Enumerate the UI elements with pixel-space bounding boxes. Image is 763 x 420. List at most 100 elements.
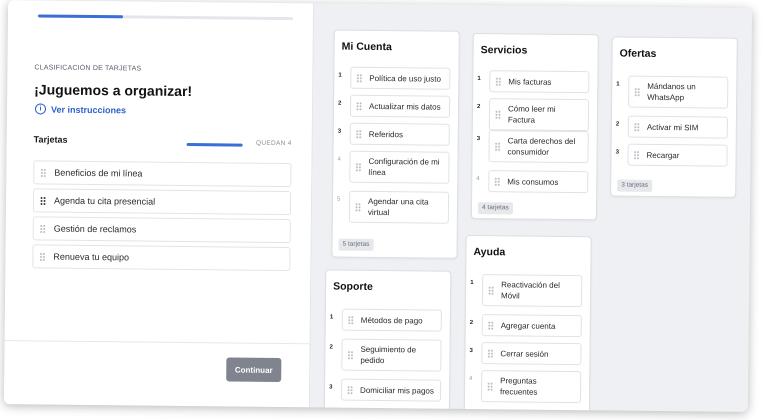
drag-handle-icon[interactable]: [495, 76, 502, 86]
slot-number: 1: [338, 72, 342, 79]
card-item[interactable]: Agenda tu cita presencial: [32, 188, 292, 216]
drag-handle-icon[interactable]: [356, 73, 363, 83]
card-label: Gestión de reclamos: [53, 223, 137, 235]
slot-number: 5: [337, 196, 341, 203]
category-card[interactable]: Referidos: [349, 122, 450, 146]
card-label: Agenda tu cita presencial: [53, 195, 156, 207]
category-slot: 3 Carta derechos del consumidor: [477, 130, 589, 164]
progress-fill: [37, 14, 123, 19]
card-label: Recargar: [646, 150, 680, 160]
category-card[interactable]: Recargar: [627, 143, 728, 167]
page-title: ¡Juguemos a organizar!: [34, 81, 193, 100]
category-slot: 2 Agregar cuenta: [470, 314, 582, 338]
slot-number: 4: [337, 156, 341, 163]
footer-divider: [4, 340, 310, 345]
drag-handle-icon[interactable]: [494, 176, 501, 186]
category-card[interactable]: Cómo leer mi Factura: [488, 98, 590, 132]
category-card[interactable]: Preguntas frecuentes: [480, 370, 582, 404]
category-slot: 2 Activar mi SIM: [616, 115, 728, 139]
category-card[interactable]: Agregar cuenta: [481, 314, 582, 338]
continue-button[interactable]: Continuar: [226, 357, 282, 382]
category-card[interactable]: Cerrar sesión: [481, 342, 582, 366]
category-slot: 2 Actualizar mis datos: [338, 94, 451, 118]
card-list: Beneficios de mi línea Agenda tu cita pr…: [32, 160, 292, 275]
cards-header: Tarjetas QUEDAN 4: [34, 134, 292, 151]
drag-handle-icon[interactable]: [355, 129, 362, 139]
card-label: Referidos: [368, 129, 404, 139]
slot-number: 2: [338, 100, 342, 107]
category-card[interactable]: Actualizar mis datos: [349, 94, 451, 118]
slot-number: 3: [615, 149, 619, 156]
card-item[interactable]: Gestión de reclamos: [32, 216, 291, 244]
card-label: Beneficios de mi línea: [54, 167, 143, 179]
category-card[interactable]: Activar mi SIM: [627, 115, 728, 139]
drag-handle-icon[interactable]: [633, 150, 640, 160]
slot-number: 2: [615, 121, 620, 128]
slot-number: 2: [329, 344, 333, 351]
drag-handle-icon[interactable]: [487, 381, 494, 391]
drag-handle-icon[interactable]: [487, 320, 494, 330]
category-slot: 3 Cerrar sesión: [469, 342, 582, 366]
drag-handle-icon[interactable]: [494, 141, 501, 151]
drag-handle-icon[interactable]: [356, 101, 363, 111]
category-ofertas[interactable]: Ofertas 1 Mándanos un WhatsApp 2 Activar m…: [610, 36, 738, 198]
drag-handle-icon[interactable]: [634, 87, 641, 97]
card-label: Cómo leer mi Factura: [507, 104, 556, 125]
card-count-badge: 3 tarjetas: [617, 179, 653, 192]
category-card[interactable]: Política de uso justo: [350, 66, 451, 90]
drag-handle-icon[interactable]: [39, 223, 46, 234]
category-slot: 5 Agendar una cita virtual: [337, 190, 450, 224]
category-soporte[interactable]: Soporte 1 Métodos de pago 2 Seguimiento de…: [323, 269, 452, 412]
card-label: Actualizar mis datos: [369, 101, 441, 112]
category-title: Ofertas: [619, 47, 657, 60]
slot-number: 1: [616, 81, 620, 88]
card-label: Mándanos un WhatsApp: [647, 81, 696, 103]
drag-handle-icon[interactable]: [488, 285, 495, 295]
drag-handle-icon[interactable]: [347, 350, 354, 360]
drag-handle-icon[interactable]: [39, 251, 46, 262]
drag-handle-icon[interactable]: [347, 385, 354, 395]
category-card[interactable]: Seguimiento de pedido: [341, 338, 442, 372]
category-title: Servicios: [480, 44, 528, 57]
card-count-badge: 5 tarjetas: [338, 238, 374, 251]
slot-number: 4: [469, 375, 473, 382]
category-title: Soporte: [333, 280, 373, 293]
category-card[interactable]: Reactivación del Móvil: [481, 274, 583, 308]
category-card[interactable]: Métodos de pago: [341, 308, 442, 332]
drag-handle-icon[interactable]: [40, 167, 47, 178]
drag-handle-icon[interactable]: [347, 315, 354, 325]
slot-number: 1: [329, 314, 334, 321]
category-card[interactable]: Configuración de mi línea: [349, 150, 450, 184]
category-card[interactable]: Mis facturas: [489, 70, 590, 94]
card-label: Configuración de mi línea: [368, 156, 440, 178]
card-item[interactable]: Beneficios de mi línea: [33, 160, 292, 188]
drag-handle-icon[interactable]: [354, 202, 362, 212]
drag-handle-icon[interactable]: [355, 162, 362, 172]
category-slot: 3 Domiciliar mis pagos: [329, 378, 442, 402]
drag-handle-icon[interactable]: [633, 122, 640, 132]
category-card[interactable]: Carta derechos del consumidor: [488, 130, 589, 164]
info-icon: i: [34, 103, 47, 115]
category-ayuda[interactable]: Ayuda 1 Reactivación del Móvil 2 Agregar c…: [463, 234, 592, 412]
slot-number: 2: [477, 104, 481, 111]
category-slot: 1 Métodos de pago: [330, 308, 442, 332]
category-mi-cuenta[interactable]: Mi Cuenta 1 Política de uso justo 2 Actual…: [331, 29, 460, 259]
category-card[interactable]: Mis consumos: [488, 170, 589, 194]
section-eyebrow: CLASIFICACIÓN DE TARJETAS: [34, 64, 142, 73]
app-frame: CLASIFICACIÓN DE TARJETAS ¡Juguemos a or…: [3, 0, 753, 412]
card-label: Seguimiento de pedido: [360, 344, 417, 366]
instructions-link[interactable]: i Ver instrucciones: [34, 103, 126, 115]
drag-handle-icon[interactable]: [494, 109, 502, 119]
category-card[interactable]: Mándanos un WhatsApp: [628, 75, 729, 109]
drag-handle-icon[interactable]: [487, 348, 494, 358]
category-servicios[interactable]: Servicios 1 Mis facturas 2 Cómo leer mi Fa…: [470, 32, 599, 221]
cards-label: Tarjetas: [33, 134, 68, 145]
card-item[interactable]: Renueva tu equipo: [32, 244, 291, 272]
drag-handle-icon[interactable]: [39, 195, 47, 206]
category-card[interactable]: Domiciliar mis pagos: [340, 378, 442, 402]
cards-progress-bar: [186, 142, 243, 147]
card-label: Cerrar sesión: [500, 348, 549, 359]
remaining-count: QUEDAN 4: [255, 139, 292, 148]
category-slot: 3 Referidos: [338, 122, 450, 146]
category-card[interactable]: Agendar una cita virtual: [348, 190, 450, 224]
